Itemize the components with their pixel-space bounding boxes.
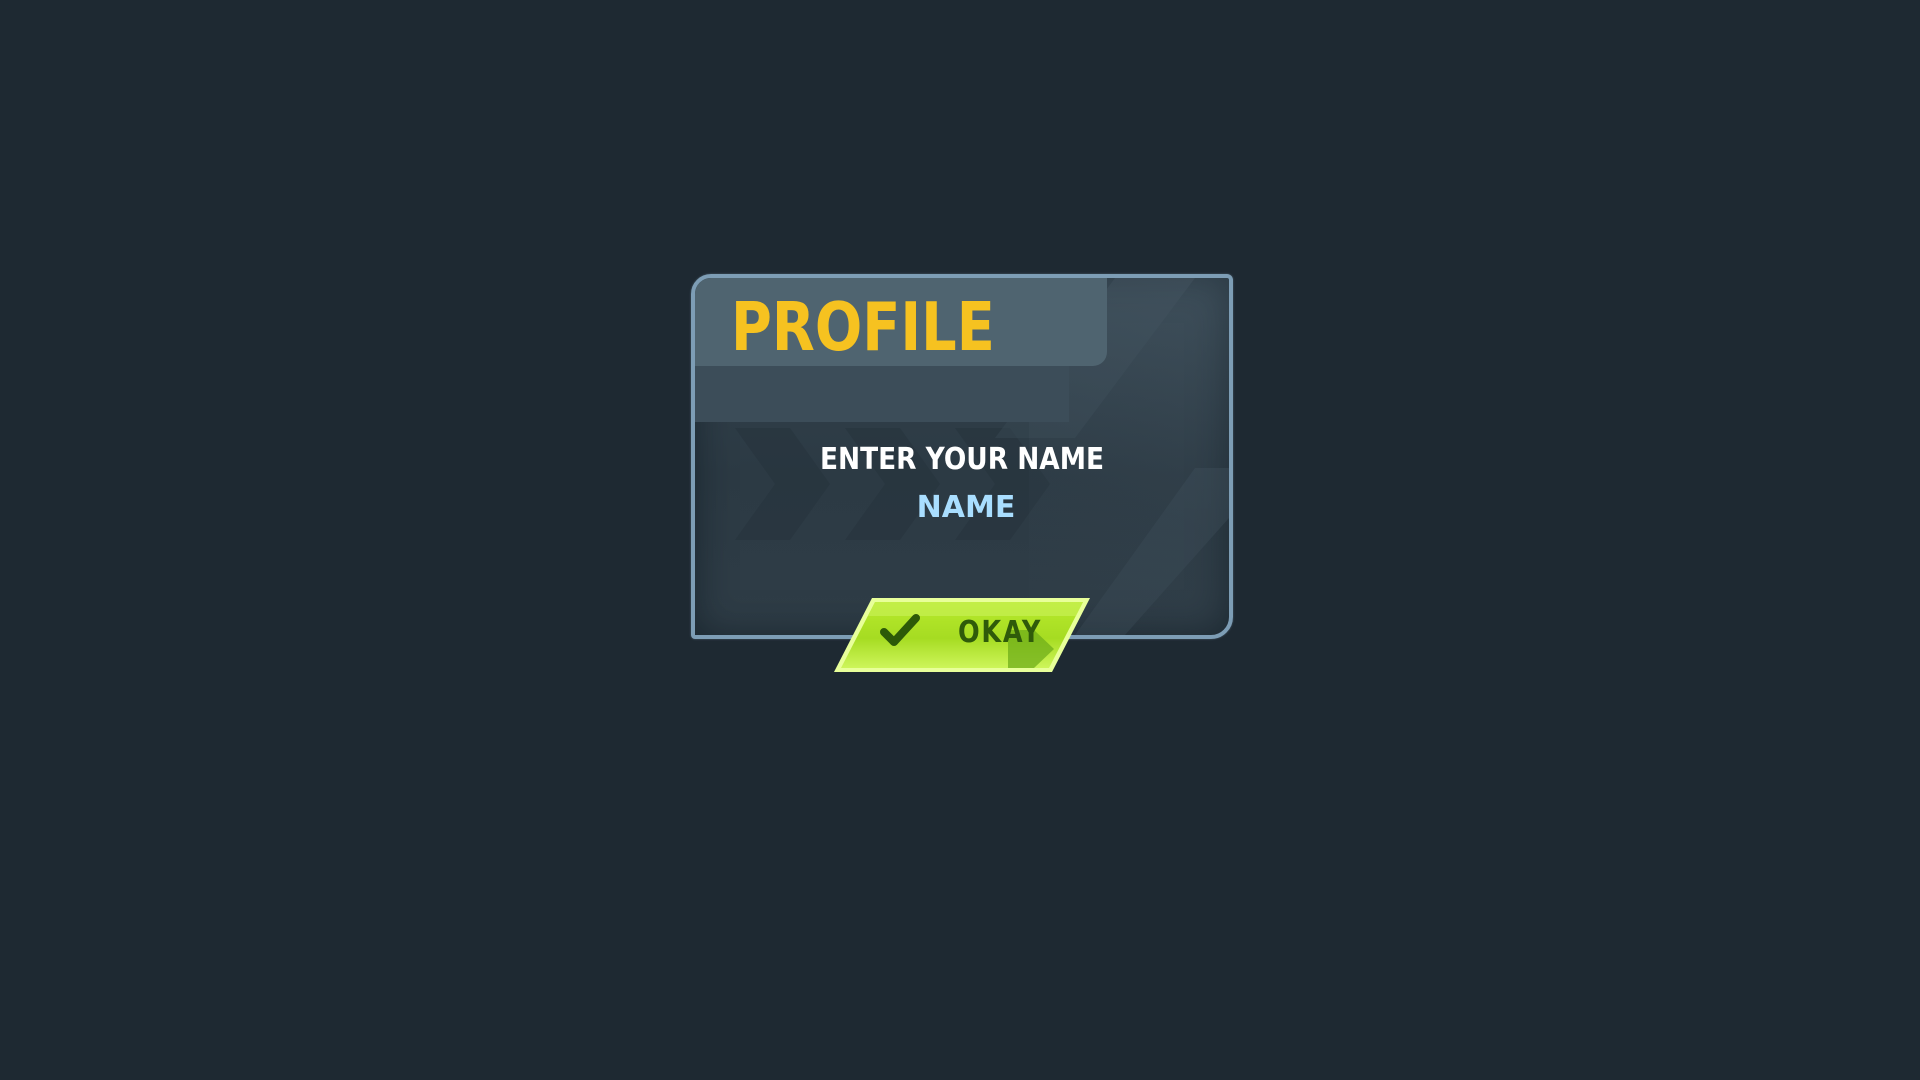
header-tab: PROFILE <box>695 278 1107 366</box>
header-band <box>695 366 1069 422</box>
name-input[interactable] <box>891 488 1041 526</box>
okay-button[interactable]: OKAY <box>832 596 1092 674</box>
profile-panel: PROFILE ENTER YOUR NAME <box>691 274 1233 639</box>
panel-title: PROFILE <box>731 287 995 367</box>
game-screen: PROFILE ENTER YOUR NAME OKAY <box>0 0 1920 1080</box>
okay-button-label: OKAY <box>958 615 1043 650</box>
checkmark-icon <box>880 614 920 646</box>
name-prompt: ENTER YOUR NAME <box>819 442 1105 477</box>
